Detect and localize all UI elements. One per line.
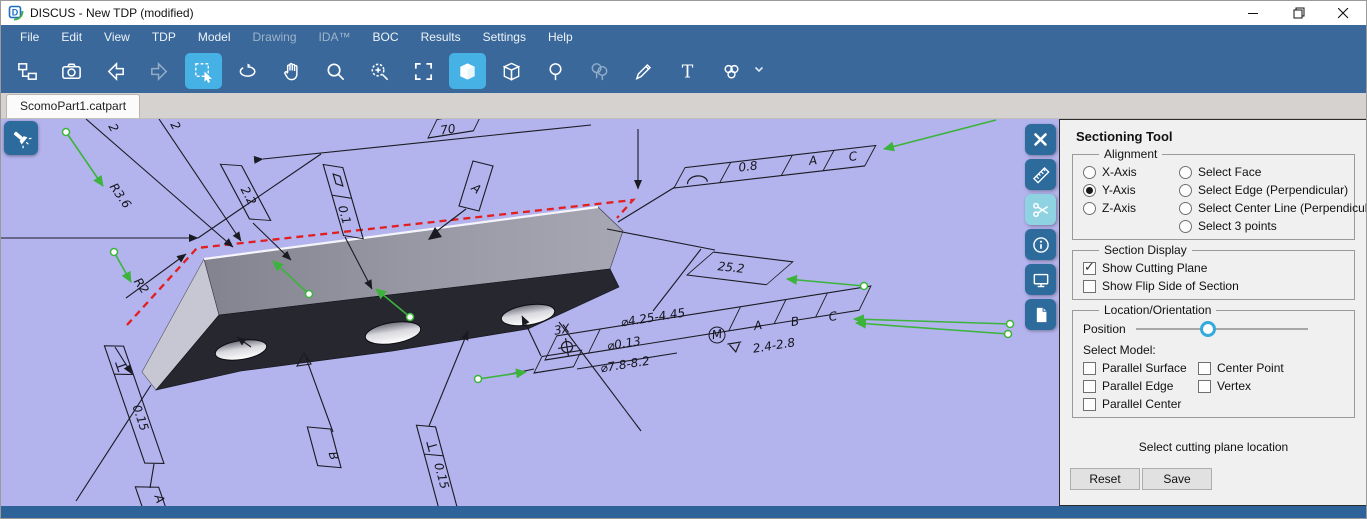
reset-button[interactable]: Reset: [1070, 468, 1140, 490]
menu-view[interactable]: View: [93, 25, 141, 49]
select-tool-button[interactable]: [185, 53, 222, 89]
app-window: D DISCUS - New TDP (modified) File Edit …: [0, 0, 1367, 519]
screenshot-camera-button[interactable]: [53, 53, 90, 89]
position-slider-track[interactable]: [1135, 328, 1308, 330]
info-icon: [1032, 236, 1049, 253]
document-icon: [1036, 307, 1046, 322]
svg-text:3X: 3X: [553, 321, 572, 337]
toolbar: T: [1, 49, 1366, 93]
render-options-button[interactable]: [713, 53, 750, 89]
rotate-tool-button[interactable]: [229, 53, 266, 89]
zoom-tool-button[interactable]: [317, 53, 354, 89]
document-tab[interactable]: ScomoPart1.catpart: [6, 94, 141, 118]
radio-z-axis[interactable]: Z-Axis: [1083, 201, 1179, 215]
menu-drawing: Drawing: [252, 30, 297, 44]
radio-select-edge[interactable]: Select Edge (Perpendicular): [1179, 183, 1366, 197]
flashlight-tool-button[interactable]: [4, 121, 38, 155]
model-viewport-canvas[interactable]: 2 2R3.6R22.20.170A0.8 A C25.23X⌀4.25-4.45⌀0…: [1, 119, 1059, 506]
zoom-window-tool-button[interactable]: [361, 53, 398, 89]
checkbox-parallel-surface[interactable]: Parallel Surface: [1083, 361, 1198, 375]
titlebar: D DISCUS - New TDP (modified): [1, 1, 1366, 25]
balloon-tool-button[interactable]: [537, 53, 574, 89]
panel-title: Sectioning Tool: [1076, 129, 1173, 144]
viewport-area: 2 2 R3.6 R2 2.2 0.1 70 A 0.8 A C 25.2 3X ⌀4.25-4.45 ⌀0…: [1, 119, 1366, 506]
forward-arrow-button: [141, 53, 178, 89]
ruler-icon: [1032, 166, 1050, 184]
checkbox-show-cutting-plane[interactable]: Show Cutting Plane: [1083, 260, 1346, 275]
menu-edit[interactable]: Edit: [50, 25, 93, 49]
alignment-group: Alignment X-Axis Select Face Y-Axis Sele…: [1072, 147, 1366, 240]
radio-select-center-line[interactable]: Select Center Line (Perpendicular): [1179, 201, 1366, 215]
window-title: DISCUS - New TDP (modified): [30, 6, 194, 20]
flashlight-icon: [13, 131, 32, 149]
model-tree-button[interactable]: [9, 53, 46, 89]
section-display-legend: Section Display: [1099, 243, 1192, 257]
text-annotation-tool-button[interactable]: T: [669, 53, 706, 89]
notes-document-button[interactable]: [1025, 299, 1056, 330]
radio-x-axis[interactable]: X-Axis: [1083, 165, 1179, 179]
close-button[interactable]: [1321, 1, 1366, 25]
markup-pencil-tool-button[interactable]: [625, 53, 662, 89]
menu-ida: IDA™: [318, 30, 351, 44]
close-panel-button[interactable]: [1025, 124, 1056, 155]
radio-select-3-points[interactable]: Select 3 points: [1179, 219, 1366, 233]
svg-text:0.8: 0.8: [738, 158, 759, 174]
position-slider[interactable]: [1135, 321, 1308, 337]
menu-tdp[interactable]: TDP: [141, 25, 187, 49]
menu-file[interactable]: File: [9, 25, 50, 49]
checkbox-vertex[interactable]: Vertex: [1198, 379, 1346, 393]
status-message: Select cutting plane location: [1138, 440, 1289, 454]
sectioning-tool-button[interactable]: [1025, 194, 1056, 225]
location-orientation-group: Location/Orientation Position Select Mod…: [1072, 303, 1355, 418]
app-logo-icon: D: [8, 5, 24, 21]
render-options-dropdown-caret[interactable]: [753, 62, 765, 80]
checkbox-show-flip-side[interactable]: Show Flip Side of Section: [1083, 279, 1346, 293]
pan-hand-tool-button[interactable]: [273, 53, 310, 89]
svg-text:25.2: 25.2: [717, 259, 745, 276]
menu-results[interactable]: Results: [410, 25, 472, 49]
section-side-toolbar: [1023, 119, 1059, 334]
checkbox-parallel-edge[interactable]: Parallel Edge: [1083, 379, 1198, 393]
save-button[interactable]: Save: [1142, 468, 1212, 490]
radio-select-face[interactable]: Select Face: [1179, 165, 1366, 179]
minimize-button[interactable]: [1231, 1, 1276, 25]
menu-boc[interactable]: BOC: [362, 25, 410, 49]
position-slider-thumb[interactable]: [1199, 321, 1216, 337]
svg-text:T: T: [682, 62, 694, 82]
position-label: Position: [1083, 322, 1126, 336]
radio-y-axis[interactable]: Y-Axis: [1083, 183, 1179, 197]
svg-text:D: D: [12, 8, 19, 18]
multi-balloon-tool-button: [581, 53, 618, 89]
svg-text:A: A: [807, 153, 818, 168]
back-arrow-button[interactable]: [97, 53, 134, 89]
menu-help[interactable]: Help: [537, 25, 584, 49]
statusbar: [1, 506, 1366, 518]
restore-button[interactable]: [1276, 1, 1321, 25]
shaded-view-button[interactable]: [449, 53, 486, 89]
measure-ruler-button[interactable]: [1025, 159, 1056, 190]
menubar: File Edit View TDP Model Drawing IDA™ BO…: [1, 25, 1366, 49]
monitor-icon: [1033, 273, 1048, 287]
fit-view-button[interactable]: [405, 53, 442, 89]
tabbar: ScomoPart1.catpart: [1, 93, 1366, 119]
menu-settings[interactable]: Settings: [472, 25, 537, 49]
menu-model[interactable]: Model: [187, 25, 242, 49]
svg-text:70: 70: [439, 121, 457, 137]
scissors-icon: [1032, 202, 1048, 217]
sectioning-tool-panel: Sectioning Tool Alignment X-Axis Select …: [1059, 119, 1366, 506]
checkbox-center-point[interactable]: Center Point: [1198, 361, 1346, 375]
checkbox-parallel-center[interactable]: Parallel Center: [1083, 397, 1198, 411]
select-model-label: Select Model:: [1083, 343, 1156, 357]
info-button[interactable]: [1025, 229, 1056, 260]
alignment-legend: Alignment: [1099, 147, 1163, 161]
section-display-group: Section Display Show Cutting Plane Show …: [1072, 243, 1355, 300]
location-legend: Location/Orientation: [1099, 303, 1217, 317]
display-settings-button[interactable]: [1025, 264, 1056, 295]
wireframe-view-button[interactable]: [493, 53, 530, 89]
